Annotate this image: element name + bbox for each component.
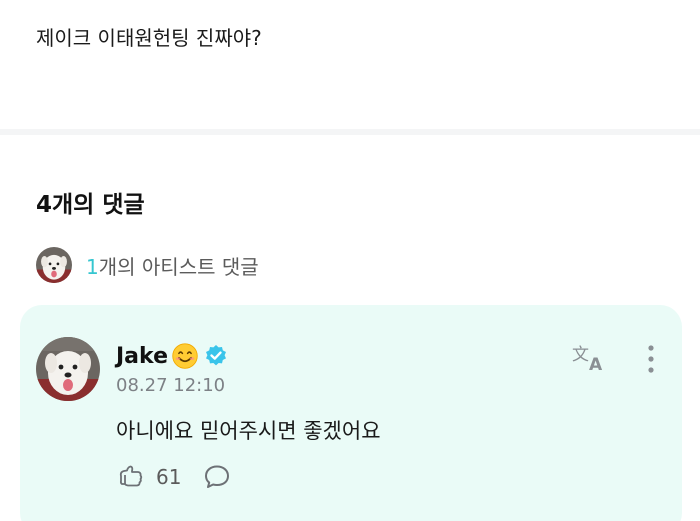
avatar[interactable] <box>36 337 100 401</box>
verified-badge-icon <box>206 345 226 366</box>
artist-comments-suffix: 개의 아티스트 댓글 <box>98 254 259 279</box>
comment-date: 08.27 12:10 <box>116 375 226 396</box>
comment-bubble-icon[interactable] <box>203 463 231 491</box>
smiling-face-emoji-icon <box>172 343 198 369</box>
section-divider <box>0 129 700 135</box>
artist-comment-card: Jake 08.27 12:10 아니에요 믿어주시면 좋겠어요 61 文 A <box>20 305 682 521</box>
translate-icon[interactable]: 文 A <box>571 341 609 373</box>
svg-text:文: 文 <box>572 345 589 365</box>
like-count: 61 <box>156 465 182 489</box>
author-row: Jake <box>116 341 228 371</box>
more-vertical-icon[interactable] <box>640 343 662 375</box>
artist-comments-row[interactable]: 1개의 아티스트 댓글 <box>36 246 259 284</box>
artist-comments-count: 1 <box>86 254 99 279</box>
svg-text:A: A <box>589 355 603 373</box>
comment-body: 아니에요 믿어주시면 좋겠어요 <box>116 419 381 443</box>
author-name[interactable]: Jake <box>116 344 168 369</box>
artist-avatar-small <box>36 247 72 283</box>
comments-title: 4개의 댓글 <box>36 192 145 218</box>
comment-actions: 61 <box>116 462 231 492</box>
post-text: 제이크 이태원헌팅 진짜야? <box>36 26 262 50</box>
artist-comments-label: 1개의 아티스트 댓글 <box>86 251 259 280</box>
like-icon[interactable] <box>116 462 146 492</box>
